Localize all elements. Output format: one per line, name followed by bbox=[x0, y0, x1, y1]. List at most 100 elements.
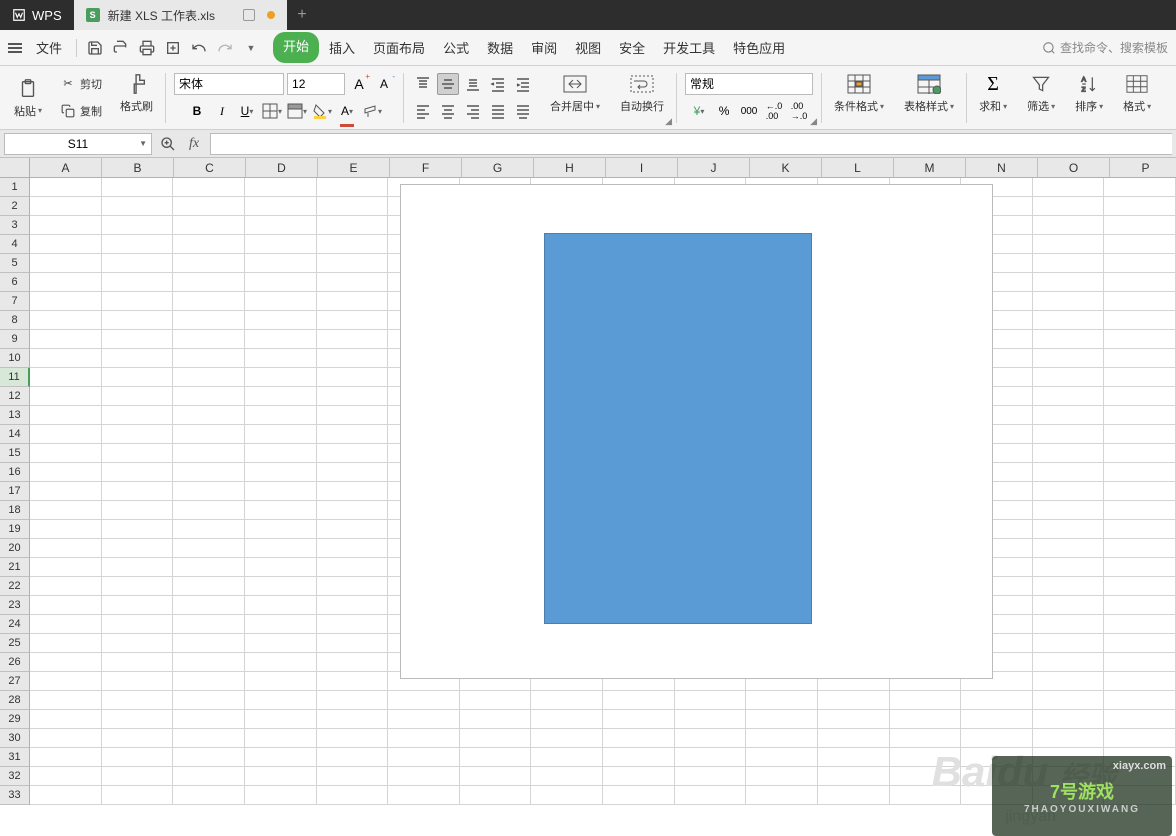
paste-button[interactable]: 粘贴▾ bbox=[10, 75, 46, 121]
name-box[interactable]: S11 ▼ bbox=[4, 133, 152, 155]
col-header-I[interactable]: I bbox=[606, 158, 678, 178]
cell-E26[interactable] bbox=[317, 653, 389, 672]
cell-P10[interactable] bbox=[1104, 349, 1176, 368]
row-header-26[interactable]: 26 bbox=[0, 653, 30, 672]
cell-O28[interactable] bbox=[1033, 691, 1105, 710]
cell-C3[interactable] bbox=[173, 216, 245, 235]
wrap-text-button[interactable]: 自动换行 bbox=[616, 70, 668, 116]
cell-O29[interactable] bbox=[1033, 710, 1105, 729]
save-icon[interactable] bbox=[85, 38, 105, 58]
cell-B5[interactable] bbox=[102, 254, 174, 273]
cell-C7[interactable] bbox=[173, 292, 245, 311]
cell-D21[interactable] bbox=[245, 558, 317, 577]
cell-C6[interactable] bbox=[173, 273, 245, 292]
col-header-D[interactable]: D bbox=[246, 158, 318, 178]
cell-E10[interactable] bbox=[317, 349, 389, 368]
col-header-K[interactable]: K bbox=[750, 158, 822, 178]
cell-F31[interactable] bbox=[388, 748, 460, 767]
cell-E29[interactable] bbox=[317, 710, 389, 729]
cell-P5[interactable] bbox=[1104, 254, 1176, 273]
export-icon[interactable] bbox=[163, 38, 183, 58]
col-header-A[interactable]: A bbox=[30, 158, 102, 178]
cell-A11[interactable] bbox=[30, 368, 102, 387]
cell-D9[interactable] bbox=[245, 330, 317, 349]
row-header-10[interactable]: 10 bbox=[0, 349, 30, 368]
cell-B25[interactable] bbox=[102, 634, 174, 653]
cell-B31[interactable] bbox=[102, 748, 174, 767]
cell-E5[interactable] bbox=[317, 254, 389, 273]
font-name-select[interactable] bbox=[174, 73, 284, 95]
cell-H28[interactable] bbox=[531, 691, 603, 710]
cell-D12[interactable] bbox=[245, 387, 317, 406]
cell-A3[interactable] bbox=[30, 216, 102, 235]
cell-A29[interactable] bbox=[30, 710, 102, 729]
cell-B28[interactable] bbox=[102, 691, 174, 710]
cell-K30[interactable] bbox=[746, 729, 818, 748]
cell-M30[interactable] bbox=[890, 729, 962, 748]
cell-C11[interactable] bbox=[173, 368, 245, 387]
cell-P20[interactable] bbox=[1104, 539, 1176, 558]
distribute-icon[interactable] bbox=[512, 100, 534, 122]
cell-I32[interactable] bbox=[603, 767, 675, 786]
cell-D24[interactable] bbox=[245, 615, 317, 634]
cell-D17[interactable] bbox=[245, 482, 317, 501]
number-format-select[interactable] bbox=[685, 73, 813, 95]
increase-font-icon[interactable]: A+ bbox=[348, 73, 370, 95]
cell-B32[interactable] bbox=[102, 767, 174, 786]
cell-M31[interactable] bbox=[890, 748, 962, 767]
cell-E1[interactable] bbox=[317, 178, 389, 197]
cell-D18[interactable] bbox=[245, 501, 317, 520]
col-header-F[interactable]: F bbox=[390, 158, 462, 178]
cell-O18[interactable] bbox=[1033, 501, 1105, 520]
copy-button[interactable]: 复制 bbox=[58, 101, 104, 121]
cell-L31[interactable] bbox=[818, 748, 890, 767]
cell-A31[interactable] bbox=[30, 748, 102, 767]
cell-A4[interactable] bbox=[30, 235, 102, 254]
cell-D32[interactable] bbox=[245, 767, 317, 786]
undo-icon[interactable] bbox=[189, 38, 209, 58]
cell-D29[interactable] bbox=[245, 710, 317, 729]
cell-A5[interactable] bbox=[30, 254, 102, 273]
col-header-L[interactable]: L bbox=[822, 158, 894, 178]
cell-E27[interactable] bbox=[317, 672, 389, 691]
command-search[interactable]: 查找命令、搜索模板 bbox=[1042, 39, 1168, 56]
row-header-7[interactable]: 7 bbox=[0, 292, 30, 311]
cell-B3[interactable] bbox=[102, 216, 174, 235]
cell-A14[interactable] bbox=[30, 425, 102, 444]
cell-D30[interactable] bbox=[245, 729, 317, 748]
row-header-6[interactable]: 6 bbox=[0, 273, 30, 292]
cell-O2[interactable] bbox=[1033, 197, 1105, 216]
cell-M33[interactable] bbox=[890, 786, 962, 805]
cell-C14[interactable] bbox=[173, 425, 245, 444]
cell-F30[interactable] bbox=[388, 729, 460, 748]
cell-P28[interactable] bbox=[1104, 691, 1176, 710]
cell-C15[interactable] bbox=[173, 444, 245, 463]
bold-icon[interactable]: B bbox=[186, 100, 208, 122]
alignment-launcher-icon[interactable]: ◢ bbox=[665, 116, 672, 127]
cell-E23[interactable] bbox=[317, 596, 389, 615]
spreadsheet-grid[interactable]: ABCDEFGHIJKLMNOP 12345678910111213141516… bbox=[0, 158, 1176, 836]
col-header-C[interactable]: C bbox=[174, 158, 246, 178]
cell-P11[interactable] bbox=[1104, 368, 1176, 387]
cell-O13[interactable] bbox=[1033, 406, 1105, 425]
col-header-H[interactable]: H bbox=[534, 158, 606, 178]
cell-E19[interactable] bbox=[317, 520, 389, 539]
cell-O17[interactable] bbox=[1033, 482, 1105, 501]
cell-D15[interactable] bbox=[245, 444, 317, 463]
cell-B2[interactable] bbox=[102, 197, 174, 216]
cell-P4[interactable] bbox=[1104, 235, 1176, 254]
cell-P32[interactable] bbox=[1104, 767, 1176, 786]
cell-K32[interactable] bbox=[746, 767, 818, 786]
cell-P22[interactable] bbox=[1104, 577, 1176, 596]
cell-D4[interactable] bbox=[245, 235, 317, 254]
row-header-33[interactable]: 33 bbox=[0, 786, 30, 805]
cell-C17[interactable] bbox=[173, 482, 245, 501]
cell-E2[interactable] bbox=[317, 197, 389, 216]
cell-O23[interactable] bbox=[1033, 596, 1105, 615]
cell-C12[interactable] bbox=[173, 387, 245, 406]
cell-E12[interactable] bbox=[317, 387, 389, 406]
cell-A10[interactable] bbox=[30, 349, 102, 368]
cell-A16[interactable] bbox=[30, 463, 102, 482]
cell-D16[interactable] bbox=[245, 463, 317, 482]
cell-J32[interactable] bbox=[675, 767, 747, 786]
